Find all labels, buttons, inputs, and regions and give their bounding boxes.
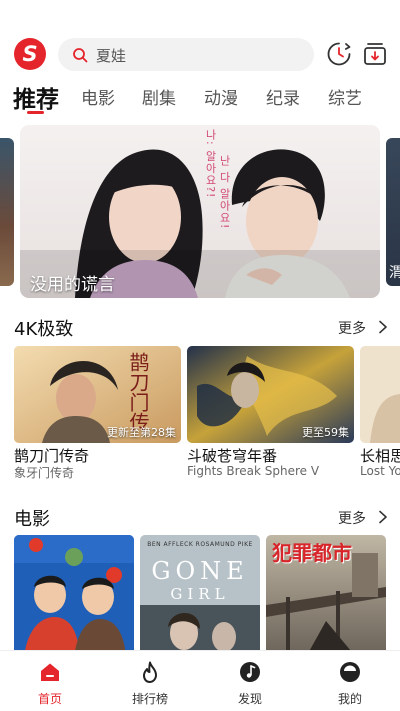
card-thumbnail	[360, 346, 400, 443]
banner-next-peek[interactable]: 渭	[386, 138, 400, 286]
tab-movies[interactable]: 电影	[81, 84, 115, 109]
card-subtitle: 象牙门传奇	[14, 466, 75, 480]
fire-icon	[143, 661, 157, 683]
movie-poster-1[interactable]	[14, 535, 134, 657]
top-header: S 夏娃	[0, 36, 400, 74]
search-placeholder: 夏娃	[96, 47, 127, 65]
card-title[interactable]: 斗破苍穹年番	[187, 445, 277, 466]
card-4k-2[interactable]: 更至59集	[187, 346, 354, 443]
svg-text:S: S	[22, 42, 37, 66]
card-art-text: 鹊刀门传	[126, 352, 150, 432]
nav-profile[interactable]: 我的	[310, 651, 390, 711]
card-title[interactable]: 鹊刀门传奇	[14, 445, 89, 466]
download-icon[interactable]	[362, 41, 388, 67]
nav-discover[interactable]: 发现	[210, 651, 290, 711]
poster-title-text: 犯罪都市	[272, 541, 352, 565]
featured-banner[interactable]: 나: 알아요?! 난 다 알아요! 没用的谎言	[20, 125, 380, 298]
banner-poster-text: 난 다 알아요!	[218, 155, 231, 230]
category-tabs: 推荐 电影 剧集 动漫 纪录 综艺	[0, 80, 400, 120]
app-logo[interactable]: S	[14, 38, 46, 70]
section-title-4k: 4K极致	[14, 319, 74, 340]
active-tab-indicator	[27, 111, 44, 114]
card-4k-3[interactable]	[360, 346, 400, 443]
nav-profile-label: 我的	[337, 692, 362, 706]
nav-home-label: 首页	[37, 692, 62, 706]
tab-documentary[interactable]: 纪录	[266, 84, 300, 109]
banner-prev-peek[interactable]	[0, 138, 14, 286]
nav-ranking-label: 排行榜	[131, 692, 168, 706]
update-badge: 更至59集	[302, 426, 349, 439]
music-note-icon	[240, 662, 260, 682]
poster-title-text: GIRL	[170, 585, 230, 603]
history-icon[interactable]	[326, 41, 352, 67]
poster-image	[14, 535, 134, 657]
more-movies-link[interactable]: 更多	[338, 508, 366, 528]
update-badge: 更新至第28集	[107, 426, 176, 439]
card-subtitle: Fights Break Sphere V	[187, 464, 320, 478]
banner-title: 没用的谎言	[30, 275, 115, 295]
chevron-right-icon[interactable]	[378, 320, 388, 334]
chevron-right-icon[interactable]	[378, 510, 388, 524]
poster-credits-text: BEN AFFLECK ROSAMUND PIKE	[147, 541, 253, 548]
bottom-navigation: 首页 排行榜 发现 我的	[0, 650, 400, 711]
card-title[interactable]: 长相思	[360, 445, 400, 466]
more-4k-link[interactable]: 更多	[338, 318, 366, 338]
card-subtitle: Lost You	[360, 464, 400, 478]
nav-discover-label: 发现	[237, 692, 262, 706]
tab-variety[interactable]: 综艺	[328, 84, 362, 109]
nav-home[interactable]: 首页	[10, 651, 90, 711]
movie-poster-3[interactable]: 犯罪都市	[266, 535, 386, 657]
profile-icon	[340, 662, 360, 682]
search-input[interactable]: 夏娃	[58, 38, 314, 71]
movie-poster-2[interactable]: BEN AFFLECK ROSAMUND PIKE GONE GIRL	[140, 535, 260, 657]
poster-title-text: GONE	[151, 557, 249, 585]
tab-series[interactable]: 剧集	[142, 84, 176, 109]
card-4k-1[interactable]: 鹊刀门传 更新至第28集	[14, 346, 181, 443]
section-title-movies: 电影	[14, 509, 50, 530]
tab-anime[interactable]: 动漫	[204, 84, 238, 109]
banner-next-label: 渭	[389, 265, 400, 281]
search-icon	[73, 48, 88, 63]
tab-recommend[interactable]: 推荐	[13, 80, 59, 114]
home-icon	[41, 663, 59, 681]
nav-ranking[interactable]: 排行榜	[110, 651, 190, 711]
